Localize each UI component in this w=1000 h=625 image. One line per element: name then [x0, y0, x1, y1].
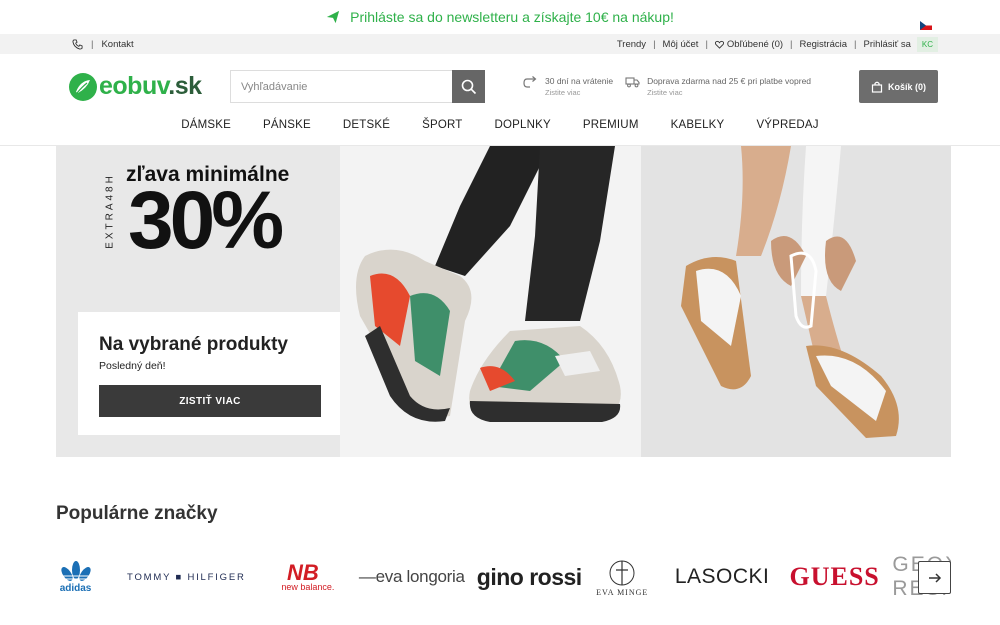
nav-item-panske[interactable]: PÁNSKE	[247, 119, 327, 145]
main-header: eobuv.sk 30 dní na vrátenie Zistite viac…	[0, 54, 1000, 119]
paper-plane-icon	[327, 10, 340, 24]
contact-link[interactable]: Kontakt	[101, 39, 133, 50]
free-shipping-benefit[interactable]: Doprava zdarma nad 25 € pri platbe vopre…	[625, 76, 811, 98]
utility-bar: | Kontakt Trendy | Môj účet | Obľúbené (…	[0, 34, 1000, 54]
sneaker-illustration	[356, 146, 621, 422]
brand-gino-label: gino rossi	[476, 563, 582, 590]
kc-badge[interactable]: KC	[916, 36, 938, 52]
return-icon	[523, 75, 537, 88]
nav-item-vypredaj[interactable]: VÝPREDAJ	[740, 119, 834, 145]
brand-tommy-hilfiger[interactable]: TOMMY ■ HILFIGER	[113, 547, 260, 607]
search-icon	[461, 79, 476, 94]
logo-main-text: eobuv	[99, 72, 169, 100]
brand-guess-label: GUESS	[789, 562, 880, 591]
sandal-illustration	[681, 146, 899, 438]
search-box	[230, 70, 485, 103]
favorites-label: Obľúbené (0)	[726, 38, 784, 50]
my-account-link[interactable]: Môj účet	[663, 39, 699, 50]
svg-text:NB: NB	[287, 562, 319, 582]
brand-nb-label: new balance.	[281, 582, 335, 592]
shopping-bag-icon	[871, 81, 883, 93]
nav-item-detske[interactable]: DETSKÉ	[327, 119, 406, 145]
hero-banner[interactable]: EXTRA48H zľava minimálne 30% Na vybrané …	[56, 146, 951, 457]
shipping-benefit-title: Doprava zdarma nad 25 € pri platbe vopre…	[647, 75, 812, 86]
popular-brands-title: Populárne značky	[56, 503, 218, 524]
sneaker-photo	[340, 146, 641, 457]
nav-item-doplnky[interactable]: DOPLNKY	[479, 119, 567, 145]
eva-minge-emblem-icon	[609, 560, 635, 585]
promo-text: Prihláste sa do newsletteru a získajte 1…	[350, 9, 674, 25]
phone-icon[interactable]	[72, 38, 83, 50]
cart-button[interactable]: Košík (0)	[859, 70, 938, 103]
brand-lasocki-label: LASOCKI	[674, 565, 770, 588]
search-button[interactable]	[452, 70, 485, 103]
brands-carousel: adidas TOMMY ■ HILFIGER NB new balance. …	[56, 547, 951, 607]
trendy-link[interactable]: Trendy	[617, 39, 646, 50]
brand-minge-label: EVA MINGE	[596, 587, 649, 597]
brand-adidas[interactable]: adidas	[56, 547, 95, 607]
hero-card-subtitle: Posledný deň!	[99, 360, 166, 372]
sandal-photo	[641, 146, 951, 457]
new-balance-nb-icon: NB	[287, 562, 319, 582]
main-navigation: DÁMSKE PÁNSKE DETSKÉ ŠPORT DOPLNKY PREMI…	[0, 119, 1000, 146]
favorites-link[interactable]: Obľúbené (0)	[714, 38, 784, 50]
brand-eva-longoria-label: —eva longoria	[358, 567, 465, 586]
return-benefit-title: 30 dní na vrátenie	[545, 75, 614, 86]
search-input[interactable]	[230, 70, 452, 103]
hero-offer-card: Na vybrané produkty Posledný deň! ZISTIŤ…	[78, 312, 342, 435]
brand-lasocki[interactable]: LASOCKI	[668, 547, 775, 607]
brands-next-button[interactable]	[918, 561, 951, 594]
register-link[interactable]: Registrácia	[799, 39, 847, 50]
nav-item-kabelky[interactable]: KABELKY	[655, 119, 741, 145]
shoe-leaf-logo-icon	[69, 72, 97, 101]
hero-discount-percent: 30%	[128, 175, 284, 266]
nav-item-damske[interactable]: DÁMSKE	[165, 119, 247, 145]
brand-tommy-label: TOMMY ■ HILFIGER	[127, 571, 246, 583]
truck-icon	[625, 76, 640, 87]
shipping-benefit-link[interactable]: Zistite viac	[647, 87, 811, 98]
brand-gino-rossi[interactable]: gino rossi	[476, 547, 583, 607]
hero-promo-panel: EXTRA48H zľava minimálne 30% Na vybrané …	[56, 146, 342, 457]
login-link[interactable]: Prihlásiť sa	[863, 39, 910, 50]
extra48h-label: EXTRA48H	[104, 173, 116, 249]
brand-guess[interactable]: GUESS	[781, 547, 888, 607]
cart-label: Košík (0)	[887, 81, 926, 92]
heart-icon	[714, 40, 724, 49]
return-policy-benefit[interactable]: 30 dní na vrátenie Zistite viac	[523, 76, 613, 98]
return-benefit-link[interactable]: Zistite viac	[545, 87, 613, 98]
brand-eva-longoria[interactable]: —eva longoria	[358, 547, 465, 607]
nav-item-premium[interactable]: PREMIUM	[567, 119, 655, 145]
newsletter-promo-bar[interactable]: Prihláste sa do newsletteru a získajte 1…	[0, 0, 1000, 34]
czech-flag-icon[interactable]	[920, 21, 932, 30]
eobuv-logo[interactable]: eobuv.sk	[68, 72, 230, 102]
brand-new-balance[interactable]: NB new balance.	[274, 547, 342, 607]
learn-more-button[interactable]: ZISTIŤ VIAC	[99, 385, 321, 417]
nav-item-sport[interactable]: ŠPORT	[406, 119, 478, 145]
brand-eva-minge[interactable]: EVA MINGE	[588, 547, 656, 607]
logo-suffix-text: .sk	[168, 72, 202, 100]
adidas-trefoil-icon	[60, 560, 91, 581]
brand-adidas-label: adidas	[59, 582, 92, 594]
arrow-right-icon	[928, 572, 941, 583]
hero-card-title: Na vybrané produkty	[99, 334, 288, 355]
